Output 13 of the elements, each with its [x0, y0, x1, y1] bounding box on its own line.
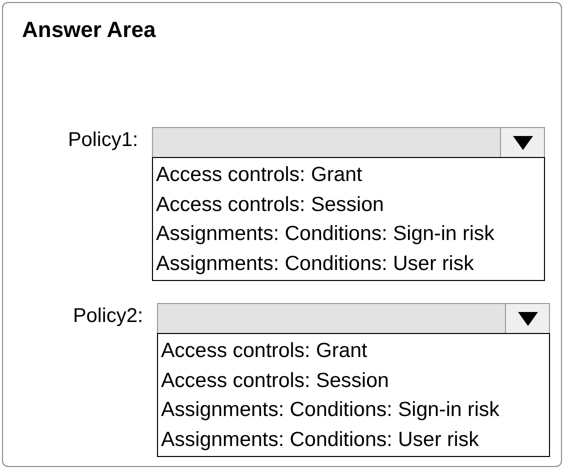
dropdown-option[interactable]: Assignments: Conditions: User risk — [156, 248, 541, 278]
dropdown-option[interactable]: Assignments: Conditions: Sign-in risk — [156, 219, 541, 248]
policy-label: Policy2: — [72, 304, 143, 328]
dropdown-field[interactable] — [157, 303, 550, 333]
dropdown-option[interactable]: Access controls: Grant — [161, 336, 546, 366]
policy-label: Policy1: — [66, 128, 138, 152]
dropdown-option[interactable]: Access controls: Session — [161, 366, 546, 395]
dropdown-option[interactable]: Access controls: Session — [156, 190, 541, 219]
answer-area-title: Answer Area — [21, 16, 157, 44]
dropdown-option[interactable]: Assignments: Conditions: User risk — [161, 424, 546, 454]
dropdown-option[interactable]: Assignments: Conditions: Sign-in risk — [161, 395, 546, 424]
dropdown-field[interactable] — [152, 127, 545, 157]
dropdown-option[interactable]: Access controls: Grant — [156, 160, 541, 190]
